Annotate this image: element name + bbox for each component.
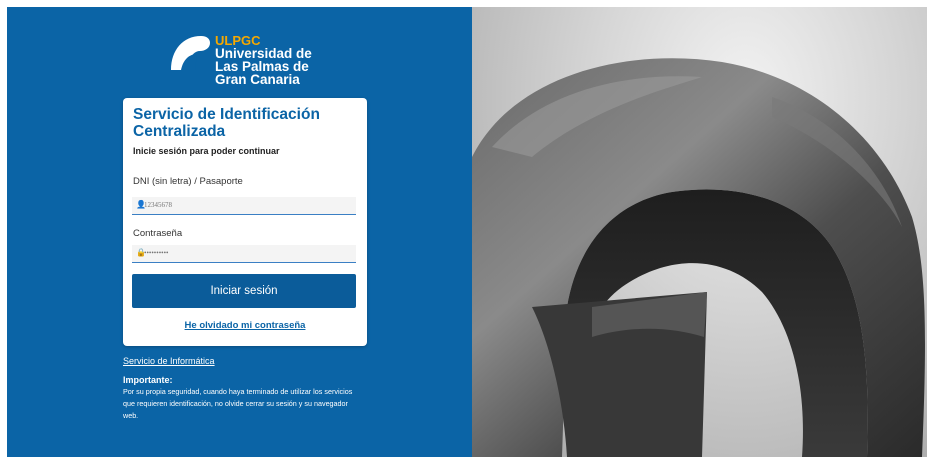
background-photo [472,7,927,457]
login-subtitle: Inicie sesión para poder continuar [133,146,280,156]
logo-name-line-3: Gran Canaria [215,72,300,87]
service-informatica-link[interactable]: Servicio de Informática [123,356,215,366]
important-text: Por su propia seguridad, cuando haya ter… [123,387,353,420]
ulpgc-logo-mark [171,36,210,70]
important-title: Importante: [123,375,173,385]
ulpgc-logo: ULPGC Universidad de Las Palmas de Gran … [167,32,367,92]
password-field[interactable]: 🔒 [132,245,356,263]
login-panel: ULPGC Universidad de Las Palmas de Gran … [7,7,472,457]
login-button[interactable]: Iniciar sesión [132,274,356,308]
username-field[interactable]: 👤 [132,197,356,215]
forgot-password-link[interactable]: He olvidado mi contraseña [123,320,367,331]
login-title: Servicio de Identificación Centralizada [133,106,320,140]
password-input[interactable] [144,246,349,260]
password-label: Contraseña [133,228,183,239]
username-input[interactable] [144,198,349,212]
sculpture-photo [472,58,925,457]
username-label: DNI (sin letra) / Pasaporte [133,176,243,187]
login-card: Servicio de Identificación Centralizada … [123,98,367,346]
